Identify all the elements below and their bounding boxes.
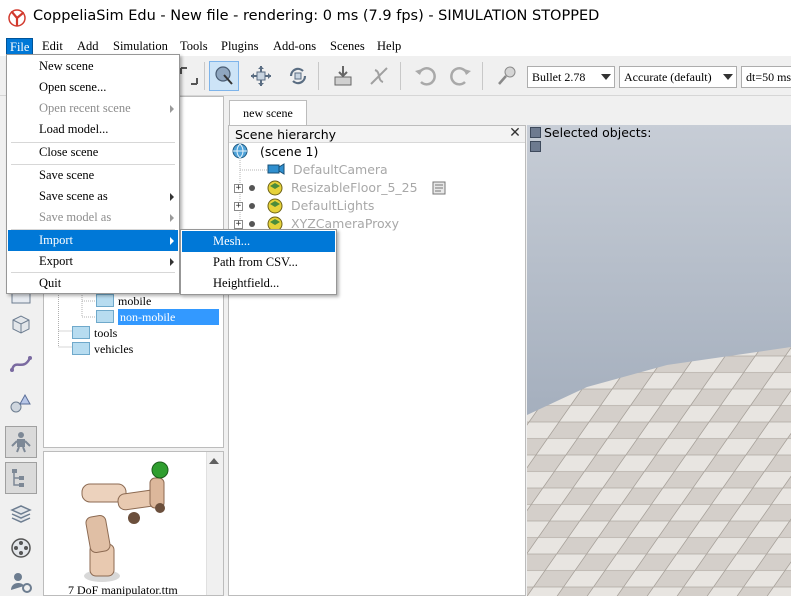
model-preview-caption: 7 DoF manipulator.ttm	[68, 583, 178, 596]
scene-viewport[interactable]: Selected objects:	[527, 125, 791, 596]
menu-tools[interactable]: Tools	[177, 38, 211, 55]
scene-tab-strip: new scene	[226, 96, 791, 125]
menu-item-label: Save scene as	[39, 189, 108, 203]
menu-item-save-scene-as[interactable]: Save scene as	[8, 186, 178, 207]
menu-item-open-scene[interactable]: Open scene...	[8, 77, 178, 98]
menu-plugins[interactable]: Plugins	[218, 38, 262, 55]
accuracy-select[interactable]: Accurate (default)	[619, 66, 737, 88]
transfer-dna-icon[interactable]	[364, 61, 394, 91]
simulation-settings-icon[interactable]	[492, 61, 522, 91]
submenu-arrow-icon	[170, 105, 174, 113]
timestep-select[interactable]: dt=50 ms	[741, 66, 791, 88]
expand-icon[interactable]: +	[234, 184, 243, 193]
hierarchy-item-label: DefaultLights	[291, 198, 375, 213]
menu-item-quit[interactable]: Quit	[8, 273, 178, 294]
shapes-icon[interactable]	[5, 388, 37, 420]
chevron-down-icon	[723, 74, 733, 80]
visibility-dot-icon	[249, 185, 255, 191]
toolbar-separator	[400, 62, 401, 90]
tab-new-scene[interactable]: new scene	[229, 100, 307, 125]
title-bar: CoppeliaSim Edu - New file - rendering: …	[0, 0, 791, 36]
menu-item-close-scene[interactable]: Close scene	[8, 142, 178, 163]
folder-label: mobile	[118, 294, 152, 308]
toolbar-separator	[204, 62, 205, 90]
menu-item-label: Export	[39, 254, 74, 268]
submenu-arrow-icon	[170, 237, 174, 245]
menu-item-import[interactable]: Import	[8, 230, 178, 251]
physics-engine-select[interactable]: Bullet 2.78	[527, 66, 615, 88]
close-icon[interactable]: ✕	[508, 126, 522, 141]
menu-addons[interactable]: Add-ons	[270, 38, 319, 55]
expand-icon[interactable]: +	[234, 202, 243, 211]
menu-scenes[interactable]: Scenes	[327, 38, 368, 55]
camera-icon	[267, 163, 285, 175]
light-icon	[267, 198, 283, 214]
path-icon[interactable]	[5, 348, 37, 380]
menu-help[interactable]: Help	[374, 38, 404, 55]
hierarchy-item-label: ResizableFloor_5_25	[291, 180, 418, 195]
menu-file[interactable]: File	[6, 38, 34, 55]
menu-item-open-recent-scene[interactable]: Open recent scene	[8, 98, 178, 119]
accuracy-value: Accurate (default)	[624, 70, 712, 84]
menu-edit[interactable]: Edit	[39, 38, 66, 55]
physics-engine-value: Bullet 2.78	[532, 70, 586, 84]
menu-item-label: Save model as	[39, 210, 112, 224]
chevron-down-icon	[601, 74, 611, 80]
preview-scrollbar[interactable]	[206, 452, 223, 595]
toolbar-separator	[482, 62, 483, 90]
script-icon[interactable]	[432, 181, 446, 195]
submenu-arrow-icon	[170, 214, 174, 222]
object-rotate-icon[interactable]	[283, 61, 313, 91]
object-shift-icon[interactable]	[246, 61, 276, 91]
menu-item-save-scene[interactable]: Save scene	[8, 165, 178, 186]
menu-simulation[interactable]: Simulation	[110, 38, 171, 55]
user-settings-icon[interactable]	[5, 566, 37, 596]
expand-icon[interactable]: +	[234, 220, 243, 229]
scroll-up-icon[interactable]	[209, 458, 219, 464]
shape-icon	[267, 180, 283, 196]
object-select-icon[interactable]	[209, 61, 239, 91]
menu-add[interactable]: Add	[74, 38, 102, 55]
viewport-menu-icon[interactable]	[530, 127, 541, 138]
visibility-dot-icon	[249, 203, 255, 209]
cube-icon[interactable]	[5, 308, 37, 340]
model-preview-panel[interactable]: 7 DoF manipulator.ttm	[43, 451, 224, 596]
hierarchy-item-defaultcamera[interactable]: DefaultCamera	[267, 161, 388, 179]
hierarchy-item-label: DefaultCamera	[292, 162, 388, 177]
redo-icon[interactable]	[446, 61, 476, 91]
floor-render	[527, 125, 791, 596]
menu-item-import-path-csv[interactable]: Path from CSV...	[182, 252, 335, 273]
assemble-icon[interactable]	[328, 61, 358, 91]
undo-icon[interactable]	[410, 61, 440, 91]
menu-item-label: Import	[39, 233, 74, 247]
model-browser-icon[interactable]	[5, 426, 37, 458]
menu-item-load-model[interactable]: Load model...	[8, 119, 178, 140]
scene-hierarchy-icon[interactable]	[5, 462, 37, 494]
scene-hierarchy-panel[interactable]: Scene hierarchy ✕ (scene 1) DefaultCamer…	[228, 125, 526, 596]
menu-item-import-heightfield[interactable]: Heightfield...	[182, 273, 335, 294]
menu-item-import-mesh[interactable]: Mesh...	[182, 231, 335, 252]
submenu-arrow-icon	[170, 193, 174, 201]
timestep-value: dt=50 ms	[746, 70, 791, 84]
menu-item-save-model-as[interactable]: Save model as	[8, 207, 178, 228]
folder-label: non-mobile	[118, 309, 219, 325]
menu-bar: File Edit Add Simulation Tools Plugins A…	[0, 36, 791, 56]
toolbar-separator	[318, 62, 319, 90]
viewport-view-icon[interactable]	[530, 141, 541, 152]
menu-item-new-scene[interactable]: New scene	[8, 56, 178, 77]
submenu-arrow-icon	[170, 258, 174, 266]
video-recorder-icon[interactable]	[5, 532, 37, 564]
file-menu: New scene Open scene... Open recent scen…	[6, 54, 180, 294]
menu-item-export[interactable]: Export	[8, 251, 178, 272]
visibility-dot-icon	[249, 221, 255, 227]
import-submenu: Mesh... Path from CSV... Heightfield...	[180, 229, 337, 295]
window-title: CoppeliaSim Edu - New file - rendering: …	[33, 8, 600, 24]
selected-objects-label: Selected objects:	[544, 125, 652, 140]
app-logo-icon	[8, 9, 26, 27]
menu-item-label: Open recent scene	[39, 101, 131, 115]
robot-arm-thumbnail	[81, 461, 169, 582]
layers-icon[interactable]	[5, 498, 37, 530]
